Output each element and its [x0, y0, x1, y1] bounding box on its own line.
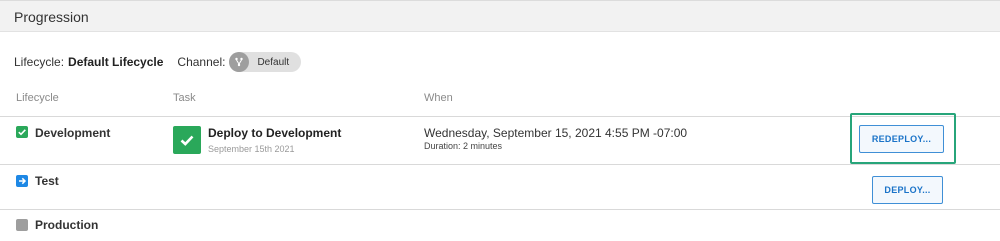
- task-name-link[interactable]: Deploy to Development: [208, 126, 341, 140]
- channel-label: Channel:: [177, 55, 226, 69]
- lifecycle-value: Default Lifecycle: [68, 55, 164, 69]
- success-check-icon: [173, 126, 201, 154]
- column-header-when: When: [424, 92, 453, 104]
- phase-name: Test: [35, 174, 59, 188]
- lifecycle-label: Lifecycle:: [14, 55, 65, 69]
- column-header-lifecycle: Lifecycle: [16, 92, 59, 104]
- phase-name: Production: [35, 218, 99, 232]
- panel-title: Progression: [14, 9, 89, 25]
- deployment-time: Wednesday, September 15, 2021 4:55 PM -0…: [424, 126, 688, 140]
- column-header-task: Task: [173, 92, 196, 104]
- deployment-duration: Duration: 2 minutes: [424, 141, 503, 151]
- check-icon: [16, 126, 28, 138]
- phase-name: Development: [35, 126, 111, 140]
- redeploy-button[interactable]: REDEPLOY...: [859, 125, 944, 153]
- deploy-button[interactable]: DEPLOY...: [872, 176, 943, 204]
- channel-chip[interactable]: Default: [229, 52, 302, 72]
- pending-square-icon: [16, 219, 28, 231]
- task-date: September 15th 2021: [208, 144, 295, 154]
- channel-icon: [229, 52, 250, 72]
- panel-header: Progression: [0, 0, 1000, 32]
- arrow-right-icon: [16, 175, 28, 187]
- channel-value: Default: [257, 56, 290, 68]
- divider: [0, 164, 1000, 165]
- divider: [0, 209, 1000, 210]
- lifecycle-bar: Lifecycle: Default Lifecycle Channel: De…: [14, 52, 302, 72]
